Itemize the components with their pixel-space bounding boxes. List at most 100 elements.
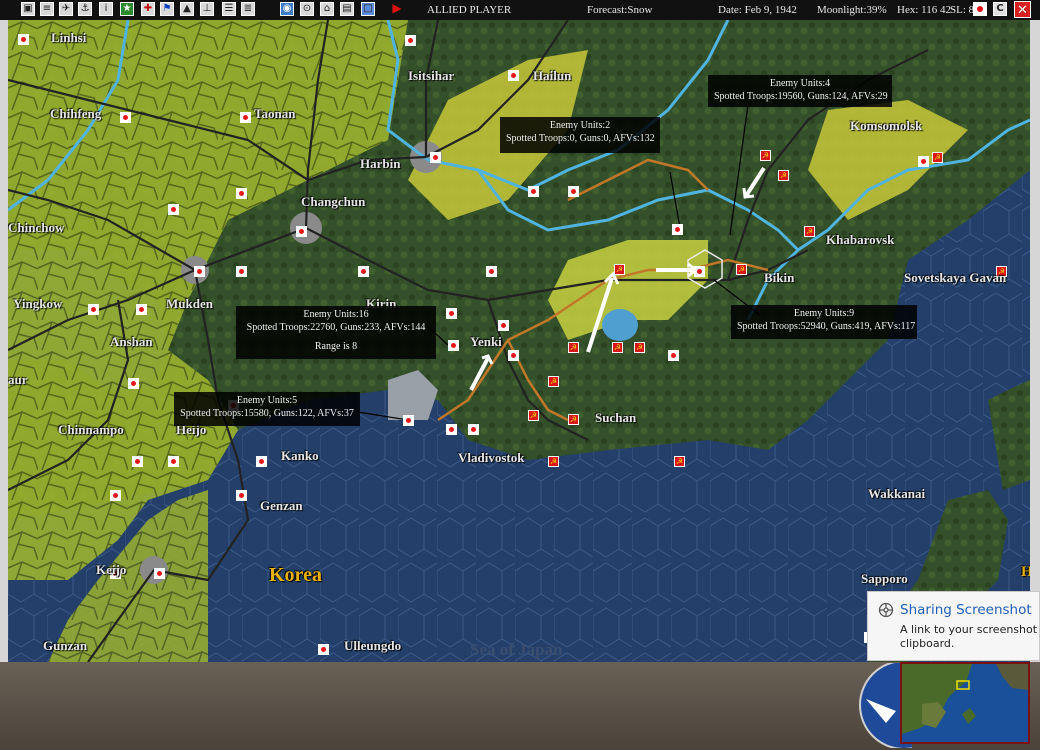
- hex-label: Hex: 116 42: [897, 4, 951, 16]
- soviet-unit-counter[interactable]: ☭: [736, 264, 747, 275]
- play-icon[interactable]: ▶: [390, 2, 404, 16]
- japanese-unit-counter[interactable]: [240, 112, 251, 123]
- japanese-unit-counter[interactable]: [358, 266, 369, 277]
- region-label-korea: Korea: [269, 564, 322, 586]
- airfield-icon[interactable]: ⊥: [200, 2, 214, 16]
- japan-flag-icon[interactable]: [973, 2, 987, 16]
- city-label: Chinchow: [8, 220, 65, 235]
- japanese-unit-counter[interactable]: [405, 35, 416, 46]
- soviet-unit-counter[interactable]: ☭: [568, 342, 579, 353]
- japanese-unit-counter[interactable]: [403, 415, 414, 426]
- aircraft-icon[interactable]: ✈: [59, 2, 73, 16]
- enemy-spotted-detail: Spotted Troops:52940, Guns:419, AFVs:117: [737, 321, 916, 332]
- city-label: Vladivostok: [458, 450, 525, 465]
- city-label: Kanko: [281, 448, 319, 463]
- soviet-unit-counter[interactable]: ☭: [614, 264, 625, 275]
- unit-icon[interactable]: ✚: [141, 2, 155, 16]
- map-icon[interactable]: ▣: [21, 2, 35, 16]
- mini-map[interactable]: [900, 662, 1030, 744]
- range-label: Range is 8: [314, 341, 358, 352]
- soviet-unit-counter[interactable]: ☭: [568, 414, 579, 425]
- report-icon[interactable]: ⌂: [320, 2, 334, 16]
- airfield-icon[interactable]: ▲: [180, 2, 194, 16]
- sharing-screenshot-toast[interactable]: Sharing Screenshot A link to your screen…: [867, 591, 1040, 661]
- sl-label: SL: 8: [950, 4, 975, 16]
- player-label: ALLIED PLAYER: [427, 4, 512, 16]
- japanese-unit-counter[interactable]: [446, 424, 457, 435]
- japanese-unit-counter[interactable]: [128, 378, 139, 389]
- japanese-unit-counter[interactable]: [694, 266, 705, 277]
- city-label: Keijo: [96, 562, 127, 577]
- enemy-info-box: Enemy Units:4 Spotted Troops:19560, Guns…: [708, 75, 892, 107]
- japanese-unit-counter[interactable]: [256, 456, 267, 467]
- soviet-unit-counter[interactable]: ☭: [548, 376, 559, 387]
- japanese-unit-counter[interactable]: [430, 152, 441, 163]
- moonlight-label: Moonlight:39%: [817, 4, 887, 16]
- japanese-unit-counter[interactable]: [154, 568, 165, 579]
- info-icon[interactable]: i: [99, 2, 113, 16]
- japanese-unit-counter[interactable]: [448, 340, 459, 351]
- enemy-info-box: Enemy Units:16 Spotted Troops:22760, Gun…: [236, 306, 436, 359]
- city-label: Linhsi: [51, 30, 87, 45]
- japanese-unit-counter[interactable]: [168, 456, 179, 467]
- japanese-unit-counter[interactable]: [110, 490, 121, 501]
- enemy-spotted-detail: Spotted Troops:0, Guns:0, AFVs:132: [506, 133, 655, 144]
- japanese-unit-counter[interactable]: [668, 350, 679, 361]
- enemy-units-count: Enemy Units:9: [793, 308, 855, 319]
- sliders-icon[interactable]: ≣: [241, 2, 255, 16]
- flag-icon[interactable]: ⚑: [160, 2, 174, 16]
- japanese-unit-counter[interactable]: [446, 308, 457, 319]
- document-icon[interactable]: ≡: [40, 2, 54, 16]
- japanese-unit-counter[interactable]: [318, 644, 329, 655]
- japanese-unit-counter[interactable]: [568, 186, 579, 197]
- soviet-unit-counter[interactable]: ☭: [548, 456, 559, 467]
- city-label: Taonan: [254, 106, 296, 121]
- city-label: Anshan: [110, 334, 153, 349]
- japanese-unit-counter[interactable]: [168, 204, 179, 215]
- japanese-unit-counter[interactable]: [132, 456, 143, 467]
- japanese-unit-counter[interactable]: [236, 266, 247, 277]
- japanese-unit-counter[interactable]: [120, 112, 131, 123]
- globe-icon[interactable]: ◉: [280, 2, 294, 16]
- soviet-unit-counter[interactable]: ☭: [634, 342, 645, 353]
- japanese-unit-counter[interactable]: [486, 266, 497, 277]
- japanese-unit-counter[interactable]: [136, 304, 147, 315]
- city-label: Yenki: [470, 334, 502, 349]
- city-label: Wakkanai: [868, 486, 926, 501]
- city-label: Chihfeng: [50, 106, 102, 121]
- soviet-unit-counter[interactable]: ☭: [760, 150, 771, 161]
- report-icon[interactable]: ▤: [340, 2, 354, 16]
- toast-body: A link to your screenshot h clipboard.: [900, 623, 1040, 650]
- japanese-unit-counter[interactable]: [468, 424, 479, 435]
- close-button[interactable]: ✕: [1014, 1, 1031, 18]
- japanese-unit-counter[interactable]: [296, 226, 307, 237]
- ship-icon[interactable]: ⚓: [78, 2, 92, 16]
- sliders-icon[interactable]: ☰: [222, 2, 236, 16]
- right-frame: [1030, 20, 1040, 662]
- forecast-label: Forecast:Snow: [587, 4, 653, 16]
- soviet-unit-counter[interactable]: ☭: [528, 410, 539, 421]
- japanese-unit-counter[interactable]: [194, 266, 205, 277]
- end-turn-icon[interactable]: □: [361, 2, 375, 16]
- japanese-unit-counter[interactable]: [498, 320, 509, 331]
- soviet-unit-counter[interactable]: ☭: [674, 456, 685, 467]
- game-map[interactable]: ☭ ☭ ☭ ☭ ☭ ☭ ☭ ☭ ☭ ☭ ☭ ☭ ☭ ☭ ☭ Linhsi Isitsihar Hailun …: [8, 20, 1030, 662]
- intel-icon[interactable]: ⊙: [300, 2, 314, 16]
- japanese-unit-counter[interactable]: [672, 224, 683, 235]
- japanese-unit-counter[interactable]: [88, 304, 99, 315]
- soviet-unit-counter[interactable]: ☭: [804, 226, 815, 237]
- soviet-unit-counter[interactable]: ☭: [612, 342, 623, 353]
- japanese-unit-counter[interactable]: [236, 188, 247, 199]
- city-label: Komsomolsk: [850, 118, 923, 133]
- japanese-unit-counter[interactable]: [508, 350, 519, 361]
- japanese-unit-counter[interactable]: [18, 34, 29, 45]
- japanese-unit-counter[interactable]: [528, 186, 539, 197]
- city-label: Khabarovsk: [826, 232, 895, 247]
- japanese-unit-counter[interactable]: [236, 490, 247, 501]
- c-button[interactable]: C: [993, 2, 1007, 16]
- japanese-unit-counter[interactable]: [508, 70, 519, 81]
- soviet-unit-counter[interactable]: ☭: [778, 170, 789, 181]
- soviet-unit-counter[interactable]: ☭: [932, 152, 943, 163]
- japanese-unit-counter[interactable]: [918, 156, 929, 167]
- base-icon[interactable]: ★: [120, 2, 134, 16]
